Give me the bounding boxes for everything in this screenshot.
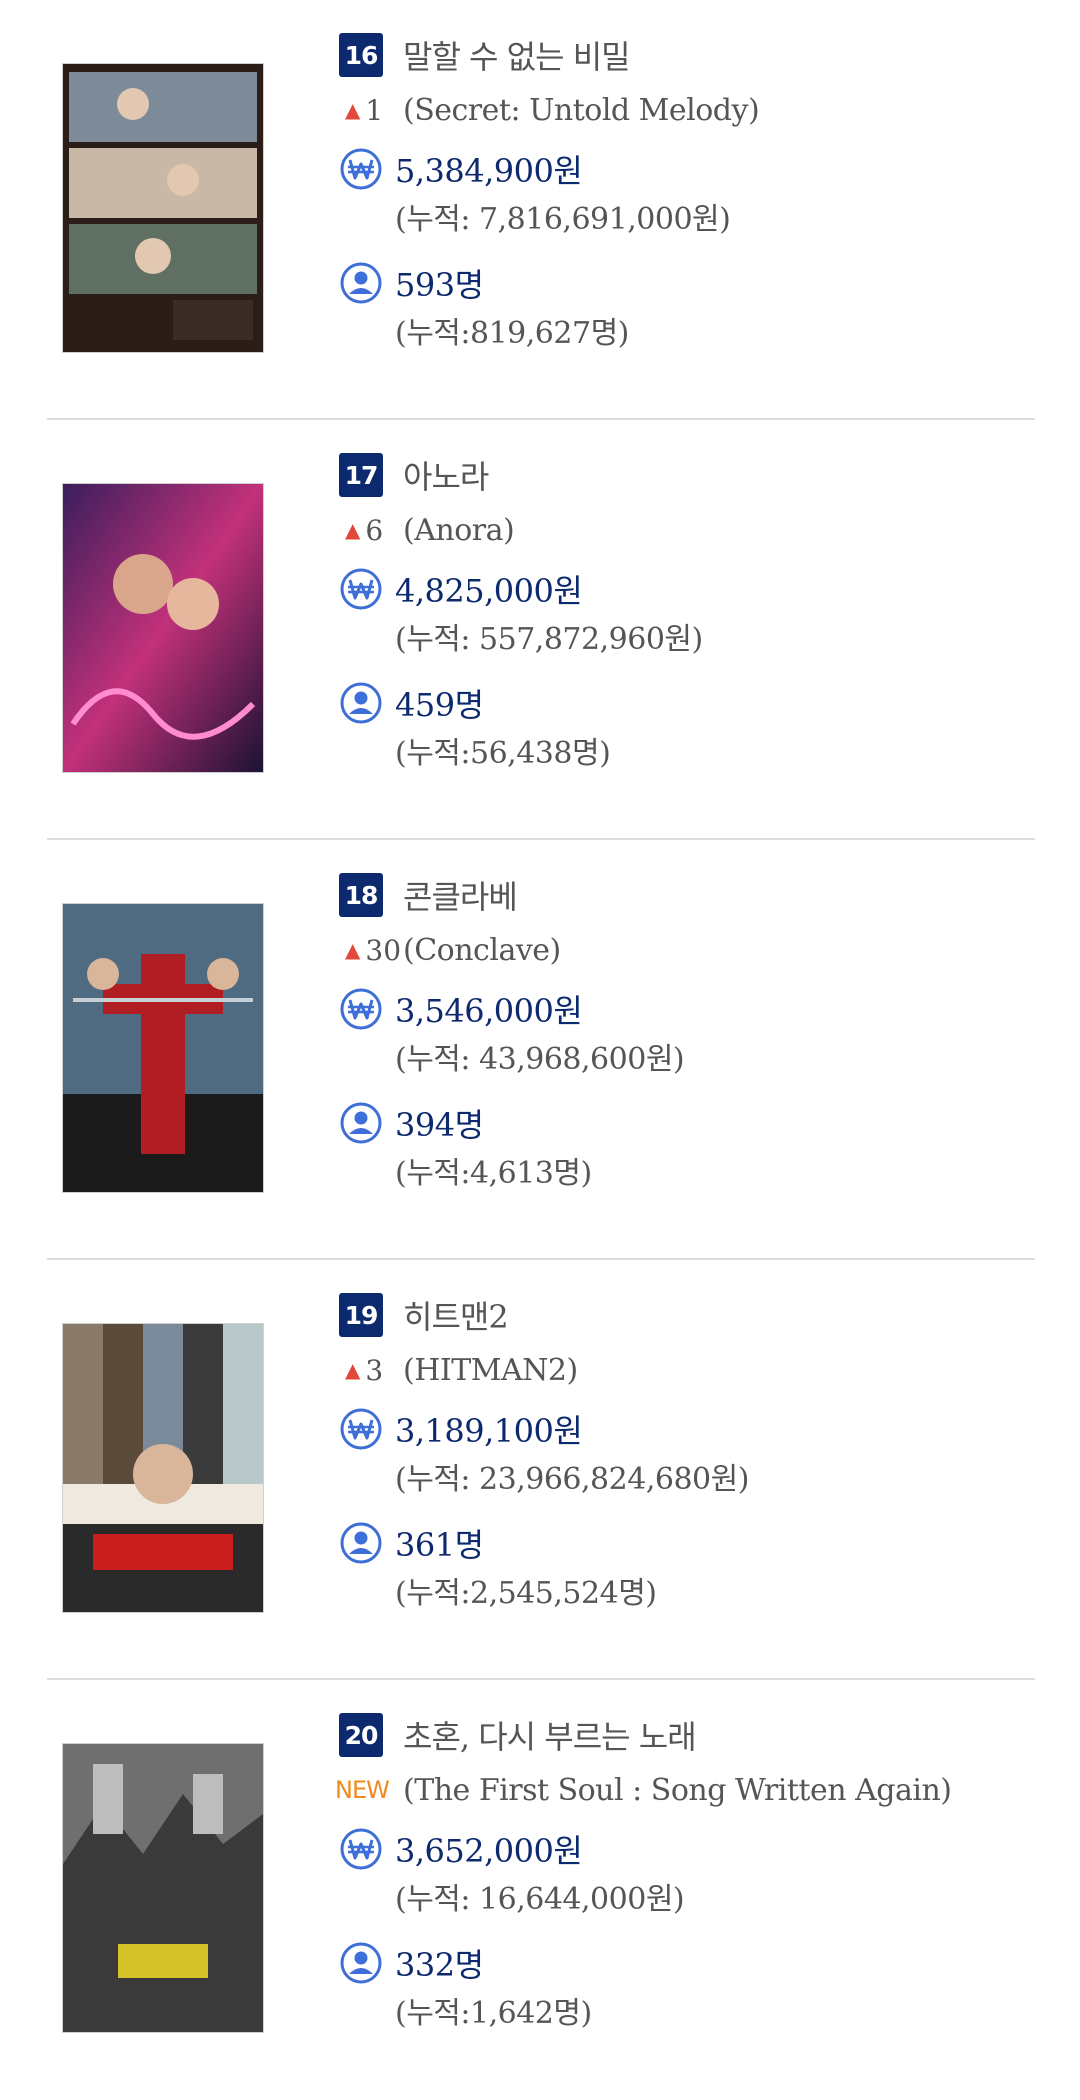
original-title: (HITMAN2) [403, 1352, 578, 1388]
movie-title[interactable]: 아노라 [403, 452, 489, 498]
movie-title[interactable]: 히트맨2 [403, 1292, 509, 1338]
movie-poster[interactable] [63, 1324, 263, 1612]
original-title: (The First Soul : Song Written Again) [403, 1772, 952, 1808]
movie-poster[interactable] [63, 1744, 263, 2032]
rank-change: NEW [335, 1776, 399, 1804]
rank-change-value: 6 [365, 513, 384, 547]
rank-change-value: 3 [365, 1353, 384, 1387]
movie-title[interactable]: 콘클라베 [403, 872, 518, 918]
new-badge: NEW [335, 1776, 390, 1804]
movie-item[interactable]: 20 초혼, 다시 부르는 노래 NEW (The First Soul : S… [47, 1680, 1035, 2100]
daily-sales: 3,546,000원 [395, 992, 583, 1030]
original-title: (Secret: Untold Melody) [403, 92, 760, 128]
arrow-up-icon: ▲ [345, 98, 361, 122]
rank-badge: 19 [339, 1293, 383, 1337]
movie-title[interactable]: 초혼, 다시 부르는 노래 [403, 1712, 697, 1758]
daily-sales: 5,384,900원 [395, 152, 583, 190]
cumulative-sales: (누적: 557,872,960원) [395, 622, 703, 657]
user-icon [340, 682, 382, 724]
daily-audience: 361명 [395, 1526, 484, 1564]
movie-item[interactable]: 18 콘클라베 ▲ 30 (Conclave) 3,546,000원 (누적: … [47, 840, 1035, 1260]
cumulative-audience: (누적:819,627명) [395, 316, 629, 351]
user-icon [340, 1942, 382, 1984]
won-icon [340, 1408, 382, 1450]
cumulative-sales: (누적: 43,968,600원) [395, 1042, 685, 1077]
won-icon [340, 1828, 382, 1870]
rank-badge: 20 [339, 1713, 383, 1757]
movie-poster[interactable] [63, 64, 263, 352]
won-icon [340, 988, 382, 1030]
rank-change: ▲ 3 [339, 1354, 399, 1387]
rank-change-value: 30 [365, 933, 402, 967]
daily-sales: 4,825,000원 [395, 572, 583, 610]
user-icon [340, 262, 382, 304]
rank-badge: 17 [339, 453, 383, 497]
user-icon [340, 1522, 382, 1564]
arrow-up-icon: ▲ [345, 938, 361, 962]
user-icon [340, 1102, 382, 1144]
boxoffice-list: 16 말할 수 없는 비밀 ▲ 1 (Secret: Untold Melody… [47, 0, 1035, 2100]
rank-badge: 18 [339, 873, 383, 917]
cumulative-audience: (누적:1,642명) [395, 1996, 592, 2031]
movie-poster[interactable] [63, 484, 263, 772]
movie-item[interactable]: 19 히트맨2 ▲ 3 (HITMAN2) 3,189,100원 (누적: 23… [47, 1260, 1035, 1680]
arrow-up-icon: ▲ [345, 518, 361, 542]
movie-title[interactable]: 말할 수 없는 비밀 [403, 32, 631, 78]
daily-sales: 3,189,100원 [395, 1412, 583, 1450]
daily-audience: 394명 [395, 1106, 484, 1144]
won-icon [340, 568, 382, 610]
cumulative-audience: (누적:4,613명) [395, 1156, 592, 1191]
cumulative-sales: (누적: 7,816,691,000원) [395, 202, 731, 237]
rank-change-value: 1 [365, 93, 384, 127]
rank-change: ▲ 6 [339, 514, 399, 547]
cumulative-audience: (누적:2,545,524명) [395, 1576, 657, 1611]
movie-poster[interactable] [63, 904, 263, 1192]
rank-badge: 16 [339, 33, 383, 77]
rank-change: ▲ 30 [339, 933, 402, 967]
original-title: (Conclave) [403, 932, 561, 968]
movie-item[interactable]: 16 말할 수 없는 비밀 ▲ 1 (Secret: Untold Melody… [47, 0, 1035, 420]
daily-audience: 459명 [395, 686, 484, 724]
daily-audience: 593명 [395, 266, 484, 304]
arrow-up-icon: ▲ [345, 1358, 361, 1382]
cumulative-sales: (누적: 23,966,824,680원) [395, 1462, 749, 1497]
rank-change: ▲ 1 [339, 94, 399, 127]
daily-sales: 3,652,000원 [395, 1832, 583, 1870]
cumulative-sales: (누적: 16,644,000원) [395, 1882, 685, 1917]
cumulative-audience: (누적:56,438명) [395, 736, 611, 771]
won-icon [340, 148, 382, 190]
daily-audience: 332명 [395, 1946, 484, 1984]
movie-item[interactable]: 17 아노라 ▲ 6 (Anora) 4,825,000원 (누적: 557,8… [47, 420, 1035, 840]
original-title: (Anora) [403, 512, 515, 548]
